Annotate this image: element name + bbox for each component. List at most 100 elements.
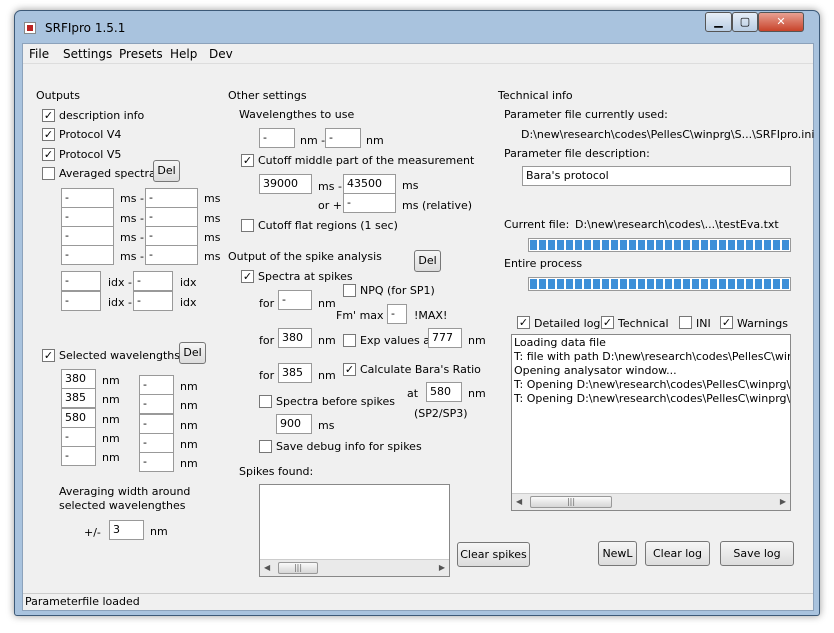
scroll-left-icon[interactable]: ◀ xyxy=(516,497,522,506)
for-label-1: for xyxy=(259,297,275,310)
ini-checkbox[interactable] xyxy=(679,316,692,329)
technical-checkbox[interactable]: ✓ xyxy=(601,316,614,329)
avg-ms-from-4[interactable]: - xyxy=(61,245,114,265)
log-horizontal-scrollbar[interactable]: ◀ ||| ▶ xyxy=(512,493,790,510)
wavelength-left-3[interactable]: 580 xyxy=(61,408,96,428)
log-list[interactable]: Loading data file T: file with path D:\n… xyxy=(511,334,791,511)
app-icon[interactable] xyxy=(24,22,36,34)
clear-spikes-button[interactable]: Clear spikes xyxy=(457,542,530,567)
scroll-thumb[interactable]: ||| xyxy=(278,562,318,574)
cutoff-relative-input[interactable]: - xyxy=(343,193,396,213)
avg-ms-to-1[interactable]: - xyxy=(145,188,198,208)
description-info-checkbox[interactable]: ✓ xyxy=(42,109,55,122)
wavelength-to-input[interactable]: - xyxy=(325,128,361,148)
max-note: !MAX! xyxy=(414,309,448,322)
clear-log-button[interactable]: Clear log xyxy=(645,541,710,566)
menu-file[interactable]: File xyxy=(29,47,49,61)
before-spikes-ms-unit: ms xyxy=(318,419,335,432)
maximize-button[interactable]: ▢ xyxy=(732,12,758,32)
averaged-spectra-checkbox[interactable] xyxy=(42,167,55,180)
idx-to-1[interactable]: - xyxy=(133,271,173,291)
averaging-width-input[interactable]: 3 xyxy=(109,520,144,540)
wavelength-right-2[interactable]: - xyxy=(139,394,174,414)
menu-help[interactable]: Help xyxy=(170,47,197,61)
wavelength-left-1[interactable]: 380 xyxy=(61,369,96,389)
current-file-progress-fill xyxy=(530,240,789,250)
wavelength-from-input[interactable]: - xyxy=(259,128,295,148)
spike-del-button[interactable]: Del xyxy=(414,250,441,272)
menu-dev[interactable]: Dev xyxy=(209,47,233,61)
baras-ratio-label: Calculate Bara's Ratio xyxy=(360,363,481,376)
cutoff-middle-checkbox[interactable]: ✓ xyxy=(241,154,254,167)
save-debug-checkbox[interactable] xyxy=(259,440,272,453)
wavelength-right-4[interactable]: - xyxy=(139,433,174,453)
selected-wavelengths-checkbox[interactable]: ✓ xyxy=(42,349,55,362)
spikes-horizontal-scrollbar[interactable]: ◀ ||| ▶ xyxy=(260,559,449,576)
wavelength-left-5[interactable]: - xyxy=(61,446,96,466)
idx-from-1[interactable]: - xyxy=(61,271,101,291)
exp-values-input[interactable]: 777 xyxy=(428,328,462,348)
avg-ms-from-3[interactable]: - xyxy=(61,226,114,246)
scroll-left-icon[interactable]: ◀ xyxy=(264,563,270,572)
fm-max-label: Fm' max xyxy=(336,309,384,322)
warnings-checkbox[interactable]: ✓ xyxy=(720,316,733,329)
protocol-v4-checkbox[interactable]: ✓ xyxy=(42,128,55,141)
avg-ms-from-2[interactable]: - xyxy=(61,207,114,227)
ms-unit-2: ms xyxy=(204,212,221,225)
spikes-found-list[interactable]: ◀ ||| ▶ xyxy=(259,484,450,577)
averaged-del-button[interactable]: Del xyxy=(153,160,180,182)
averaged-spectra-label: Averaged spectra xyxy=(59,167,156,180)
protocol-v5-checkbox[interactable]: ✓ xyxy=(42,148,55,161)
minimize-button[interactable]: ▁ xyxy=(705,12,732,32)
status-bar: Parameterfile loaded xyxy=(23,593,813,610)
idx-from-2[interactable]: - xyxy=(61,291,101,311)
cutoff-from-input[interactable]: 39000 xyxy=(259,174,312,194)
nm-right-1: nm xyxy=(180,380,198,393)
baras-at-input[interactable]: 580 xyxy=(426,382,462,402)
averaging-width-label-1: Averaging width around xyxy=(59,485,191,498)
scroll-right-icon[interactable]: ▶ xyxy=(439,563,445,572)
exp-values-checkbox[interactable] xyxy=(343,334,356,347)
selected-wavelengths-label: Selected wavelengths xyxy=(59,349,180,362)
wavelength-right-1[interactable]: - xyxy=(139,375,174,395)
save-log-button[interactable]: Save log xyxy=(720,541,794,566)
avg-ms-to-3[interactable]: - xyxy=(145,226,198,246)
avg-ms-to-4[interactable]: - xyxy=(145,245,198,265)
client-area: File Settings Presets Help Dev Outputs ✓… xyxy=(22,43,814,611)
param-desc-input[interactable]: Bara's protocol xyxy=(522,166,791,186)
scroll-right-icon[interactable]: ▶ xyxy=(780,497,786,506)
avg-ms-to-2[interactable]: - xyxy=(145,207,198,227)
wavelength-left-2[interactable]: 385 xyxy=(61,388,96,408)
baras-ratio-checkbox[interactable]: ✓ xyxy=(343,363,356,376)
spike-for-input-1[interactable]: - xyxy=(278,290,312,310)
title-bar[interactable]: SRFIpro 1.5.1 ▁ ▢ ✕ xyxy=(15,11,819,44)
save-debug-label: Save debug info for spikes xyxy=(276,440,422,453)
scroll-thumb[interactable]: ||| xyxy=(530,496,612,508)
spectra-at-spikes-checkbox[interactable]: ✓ xyxy=(241,270,254,283)
newl-button[interactable]: NewL xyxy=(598,541,637,566)
wavelengths-del-button[interactable]: Del xyxy=(179,342,206,364)
cutoff-ms-sep: ms - xyxy=(318,180,342,193)
spectra-before-spikes-checkbox[interactable] xyxy=(259,395,272,408)
before-spikes-ms-input[interactable]: 900 xyxy=(276,414,312,434)
idx-to-2[interactable]: - xyxy=(133,291,173,311)
close-button[interactable]: ✕ xyxy=(758,12,804,32)
menu-settings[interactable]: Settings xyxy=(63,47,112,61)
fm-max-input[interactable]: - xyxy=(387,304,407,324)
log-line: Opening analysator window... xyxy=(514,364,677,377)
wavelength-right-5[interactable]: - xyxy=(139,452,174,472)
spike-for-input-3[interactable]: 385 xyxy=(278,363,312,383)
nm-left-2: nm xyxy=(102,393,120,406)
spike-for-input-2[interactable]: 380 xyxy=(278,328,312,348)
npq-checkbox[interactable] xyxy=(343,284,356,297)
plus-minus-label: +/- xyxy=(84,526,101,539)
cutoff-to-input[interactable]: 43500 xyxy=(343,174,396,194)
technical-info-heading: Technical info xyxy=(498,89,573,102)
ms-sep-2: ms - xyxy=(120,212,144,225)
wavelength-left-4[interactable]: - xyxy=(61,427,96,447)
detailed-log-checkbox[interactable]: ✓ xyxy=(517,316,530,329)
cutoff-flat-checkbox[interactable] xyxy=(241,219,254,232)
avg-ms-from-1[interactable]: - xyxy=(61,188,114,208)
menu-presets[interactable]: Presets xyxy=(119,47,163,61)
wavelength-right-3[interactable]: - xyxy=(139,414,174,434)
